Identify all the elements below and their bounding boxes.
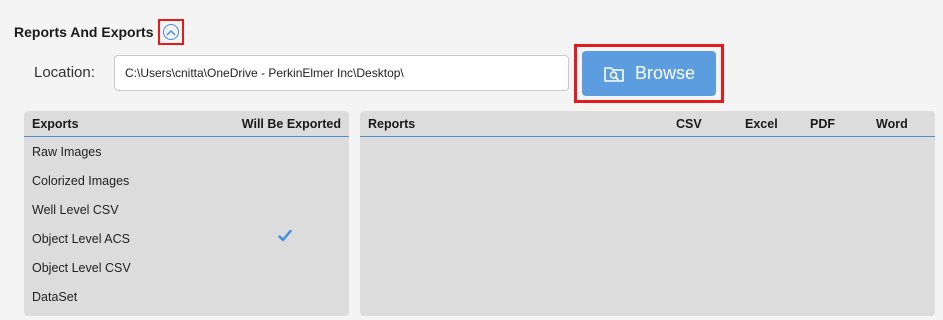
export-row[interactable]: Raw Images bbox=[24, 137, 349, 166]
reports-header: Reports CSV Excel PDF Word bbox=[360, 111, 935, 137]
word-column-header[interactable]: Word bbox=[876, 117, 908, 131]
collapse-highlight bbox=[157, 19, 184, 45]
folder-search-icon bbox=[604, 66, 624, 82]
exports-table: Exports Will Be Exported Raw Images Colo… bbox=[24, 111, 349, 316]
export-row-label: Raw Images bbox=[32, 144, 102, 159]
pdf-column-header[interactable]: PDF bbox=[810, 117, 835, 131]
reports-column-header[interactable]: Reports bbox=[368, 117, 415, 131]
export-row[interactable]: Colorized Images bbox=[24, 166, 349, 195]
export-row-label: Object Level CSV bbox=[32, 260, 131, 275]
csv-column-header[interactable]: CSV bbox=[676, 117, 702, 131]
export-row[interactable]: Object Level ACS bbox=[24, 224, 349, 253]
will-be-exported-column-header[interactable]: Will Be Exported bbox=[242, 117, 349, 131]
export-row[interactable]: DataSet bbox=[24, 282, 349, 311]
location-input[interactable] bbox=[114, 55, 569, 91]
location-label: Location: bbox=[34, 64, 95, 81]
exports-header: Exports Will Be Exported bbox=[24, 111, 349, 137]
export-row-label: DataSet bbox=[32, 289, 78, 304]
export-row[interactable]: Well Level CSV bbox=[24, 195, 349, 224]
section-header: Reports And Exports bbox=[14, 19, 184, 45]
browse-highlight: Browse bbox=[574, 44, 724, 103]
browse-label: Browse bbox=[634, 63, 696, 83]
reports-table: Reports CSV Excel PDF Word bbox=[360, 111, 935, 316]
export-row-label: Object Level ACS bbox=[32, 231, 130, 246]
browse-button[interactable]: Browse bbox=[582, 51, 716, 96]
export-row-label: Colorized Images bbox=[32, 173, 130, 188]
export-row[interactable]: Object Level CSV bbox=[24, 253, 349, 282]
excel-column-header[interactable]: Excel bbox=[745, 117, 778, 131]
export-row-label: Well Level CSV bbox=[32, 202, 119, 217]
checkmark-icon bbox=[278, 229, 292, 242]
collapse-button[interactable] bbox=[162, 24, 179, 40]
section-title: Reports And Exports bbox=[14, 24, 154, 40]
chevron-up-icon bbox=[166, 29, 175, 35]
exports-column-header[interactable]: Exports bbox=[24, 117, 242, 131]
